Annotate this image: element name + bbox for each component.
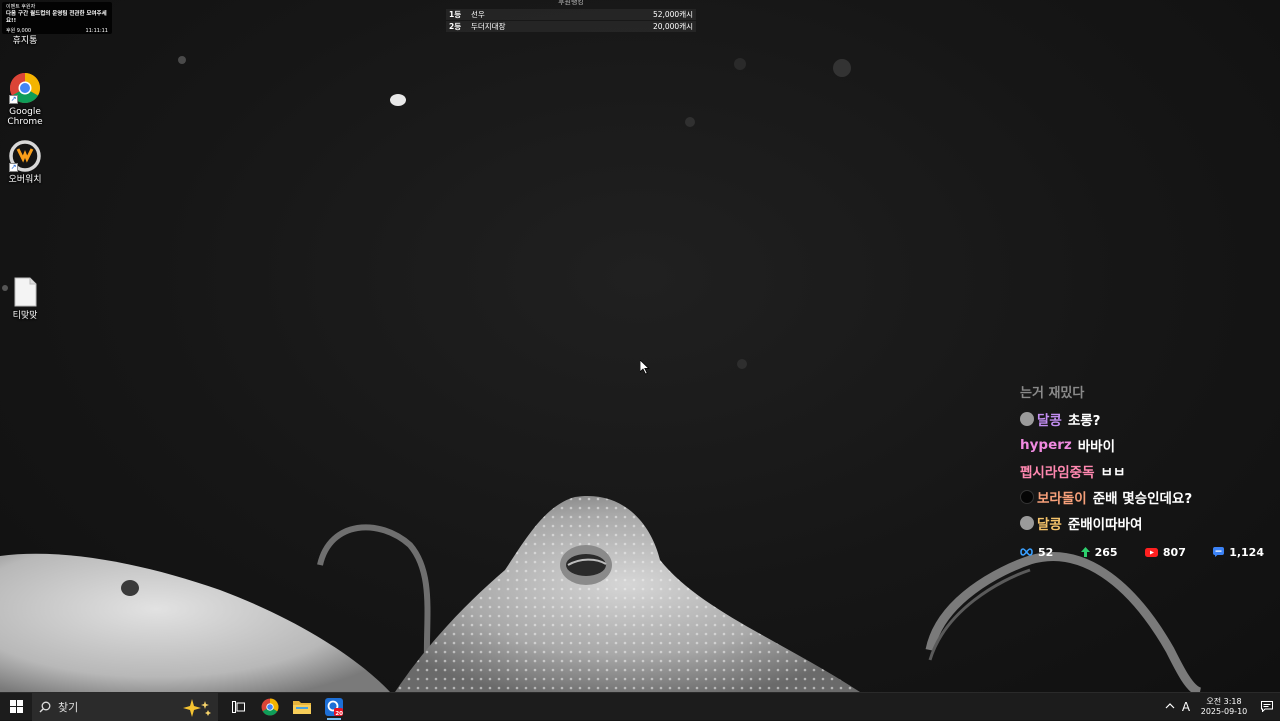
donation-ranking: 후원랭킹 1등 선우 52,000캐시 2등 두더지대장 20,000캐시 (446, 0, 696, 33)
search-placeholder: 찾기 (58, 700, 79, 714)
stream-stats-bar: 52 265 807 1,124 (1020, 543, 1264, 561)
clock-date: 2025-09-10 (1200, 706, 1248, 716)
stat-value: 807 (1162, 545, 1186, 559)
stat-value: 52 (1038, 545, 1054, 559)
task-view-button[interactable] (222, 693, 254, 721)
stat-value: 265 (1094, 545, 1118, 559)
chat-message: 보라돌이 준배 몇승인데요? (1020, 484, 1280, 510)
stat-youtube: 807 (1144, 545, 1186, 559)
chat-nick: hyperz (1020, 437, 1072, 453)
chat-nick: 보라돌이 (1037, 491, 1087, 507)
start-button[interactable] (0, 693, 32, 721)
folder-icon (293, 701, 311, 714)
overwatch-shortcut[interactable]: ↗ 오버워치 (0, 140, 50, 185)
chat-cut-line (1020, 368, 1280, 380)
recycle-bin-label: 휴지통 (12, 36, 38, 46)
mouse-cursor-icon (640, 360, 650, 375)
taskbar: 찾기 20 A 오전 3:18 2025-09-10 (0, 692, 1280, 721)
desktop: 휴지통 ↗ Google Chrome ↗ 오버워치 티맞맞 이벤트 후원자 다… (0, 0, 1280, 692)
show-hidden-icons-button[interactable] (1162, 701, 1178, 712)
chat-text: 바바이 (1077, 439, 1116, 455)
chrome-label: Google Chrome (7, 107, 43, 127)
task-view-icon (231, 700, 245, 713)
chat-text: 준배 몇승인데요? (1092, 491, 1193, 507)
system-tray: A 오전 3:18 2025-09-10 (1162, 693, 1280, 721)
event-overlay-timer: 11:11:11 (85, 28, 108, 34)
event-overlay-title: 이벤트 후원자 (6, 4, 36, 10)
event-overlay-message: 다음 구간 월드컵의 운영팀 전관한 모여주세요!! (6, 11, 107, 24)
ranking-name: 선우 (471, 10, 485, 19)
ranking-amount: 20,000캐시 (652, 22, 693, 31)
document-icon (9, 276, 41, 308)
taskbar-file-explorer[interactable] (286, 693, 318, 721)
input-method-indicator[interactable]: A (1178, 700, 1194, 714)
ranking-name: 두더지대장 (471, 22, 506, 31)
chrome-icon: ↗ (9, 72, 41, 104)
youtube-icon (1144, 547, 1158, 557)
stat-infinity: 52 (1020, 546, 1053, 559)
chat-overlay: 는거 재밌다 달콩 초롱? hyperz 바바이 펩시라임중독 ㅂㅂ 보라돌이 … (1020, 368, 1280, 536)
chat-nick: 달콩 (1037, 413, 1062, 429)
chat-nick: 펩시라임중독 (1020, 465, 1095, 481)
event-overlay: 이벤트 후원자 다음 구간 월드컵의 운영팀 전관한 모여주세요!! 후원 9,… (2, 2, 112, 34)
chrome-icon (261, 698, 279, 715)
ranking-rank: 1등 (449, 10, 462, 19)
user-emote-icon (1020, 516, 1034, 530)
taskbar-clock[interactable]: 오전 3:18 2025-09-10 (1194, 697, 1254, 717)
notification-center-button[interactable] (1254, 701, 1280, 712)
taskbar-search-box[interactable]: 찾기 (32, 692, 218, 721)
notification-icon (1261, 701, 1273, 712)
ranking-amount: 52,000캐시 (652, 10, 693, 19)
ranking-row: 2등 두더지대장 20,000캐시 (446, 21, 696, 32)
event-overlay-amount: 후원 9,000 (6, 28, 32, 34)
octopus-wallpaper (0, 56, 1202, 692)
app-badge: 20 (335, 710, 343, 717)
chat-text: ㅂㅂ (1100, 465, 1126, 481)
taskbar-app-active[interactable]: 20 (318, 693, 350, 721)
search-icon (39, 701, 51, 712)
user-emote-icon (1020, 412, 1034, 426)
overwatch-label: 오버워치 (8, 175, 42, 185)
chat-faded-message: 는거 재밌다 (1020, 386, 1085, 401)
ranking-rank: 2등 (449, 22, 462, 31)
ranking-title: 후원랭킹 (558, 0, 584, 6)
windows-logo-icon (9, 700, 23, 713)
chevron-up-icon (1165, 703, 1175, 709)
taskbar-chrome[interactable] (254, 693, 286, 721)
ranking-row: 1등 선우 52,000캐시 (446, 9, 696, 20)
infinity-icon (1020, 548, 1033, 556)
user-emote-icon (1020, 490, 1034, 504)
chat-nick: 달콩 (1037, 517, 1062, 533)
copilot-sparkle-icon (183, 698, 211, 717)
stat-upvote: 265 (1080, 545, 1118, 559)
text-file-shortcut[interactable]: 티맞맞 (0, 276, 50, 321)
chat-text: 초롱? (1067, 413, 1101, 429)
chat-message: 펩시라임중독 ㅂㅂ (1020, 458, 1280, 484)
upvote-icon (1080, 547, 1090, 557)
clock-time: 오전 3:18 (1206, 696, 1242, 706)
google-chrome-shortcut[interactable]: ↗ Google Chrome (0, 72, 50, 127)
overwatch-icon: ↗ (9, 140, 41, 172)
chat-bubble-icon (1213, 547, 1225, 557)
chat-message: 달콩 초롱? (1020, 406, 1280, 432)
chat-message: hyperz 바바이 (1020, 432, 1280, 458)
text-file-label: 티맞맞 (12, 311, 38, 321)
chat-text: 준배이따바여 (1067, 517, 1143, 533)
stat-chat: 1,124 (1213, 546, 1264, 559)
stat-value: 1,124 (1229, 545, 1264, 559)
chat-message: 달콩 준배이따바여 (1020, 510, 1280, 536)
